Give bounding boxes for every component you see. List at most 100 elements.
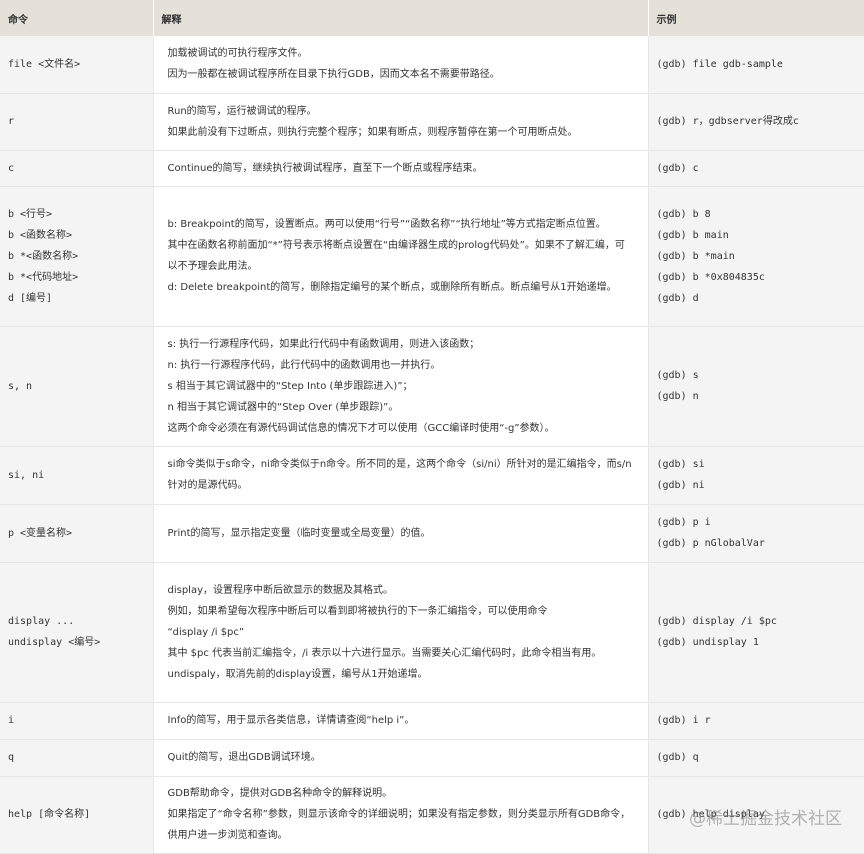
example-cell-line: (gdb) b 8 xyxy=(656,208,711,220)
command-cell-line: c xyxy=(8,162,15,174)
table-row: c Continue的简写，继续执行被调试程序，直至下一个断点或程序结束。 (gdb… xyxy=(0,150,864,187)
command-cell-line: display ... xyxy=(8,616,75,627)
table-row: i Info的简写，用于显示各类信息，详情请查阅“help i”。 (gdb) i … xyxy=(0,702,864,740)
example-cell-line: (gdb) display /i $pc xyxy=(656,616,777,627)
command-cell: file <文件名> xyxy=(0,36,154,94)
explanation-cell: Quit的简写，退出GDB调试环境。 xyxy=(153,739,649,777)
command-cell: c xyxy=(0,150,154,187)
command-cell-line: b <行号> xyxy=(8,208,53,220)
explanation-cell-line: b: Breakpoint的简写，设置断点。两可以使用“行号”“函数名称”“执行… xyxy=(167,219,606,230)
explanation-cell-line: n 相当于其它调试器中的“Step Over (单步跟踪)”。 xyxy=(167,401,399,413)
command-cell-line: q xyxy=(8,752,15,763)
command-cell: q xyxy=(0,739,154,777)
explanation-cell: Continue的简写，继续执行被调试程序，直至下一个断点或程序结束。 xyxy=(153,150,649,187)
explanation-cell-line: “display /i $pc” xyxy=(167,626,245,638)
explanation-cell: b: Breakpoint的简写，设置断点。两可以使用“行号”“函数名称”“执行… xyxy=(153,186,649,327)
explanation-cell: Info的简写，用于显示各类信息，详情请查阅“help i”。 xyxy=(153,702,649,740)
table-row: r Run的简写，运行被调试的程序。如果此前没有下过断点，则执行完整个程序；如果有… xyxy=(0,93,864,151)
explanation-cell-line: s 相当于其它调试器中的“Step Into (单步跟踪进入)”； xyxy=(167,380,413,392)
example-cell-line: (gdb) b *main xyxy=(656,250,735,262)
example-cell: (gdb) display /i $pc (gdb) undisplay 1 xyxy=(648,562,864,703)
table-header-row: 命令 解释 示例 xyxy=(0,0,864,36)
explanation-cell-line: Quit的简写，退出GDB调试环境。 xyxy=(167,752,321,763)
example-cell-line: (gdb) q xyxy=(656,752,699,763)
explanation-cell: s: 执行一行源程序代码，如果此行代码中有函数调用，则进入该函数； n: 执行一行… xyxy=(153,326,649,447)
command-cell-line: p <变量名称> xyxy=(8,527,73,539)
command-cell-line: r xyxy=(8,116,15,127)
command-cell: si, ni xyxy=(0,446,154,505)
example-cell-line: (gdb) d xyxy=(656,292,699,304)
example-cell: (gdb) c xyxy=(648,150,864,187)
command-cell: help [命令名称] xyxy=(0,776,154,854)
example-cell-line: (gdb) b *0x804835c xyxy=(656,271,765,283)
table-row: display ... undisplay <编号> display，设置程序中断后… xyxy=(0,562,864,703)
example-cell-line: (gdb) i r xyxy=(656,715,711,726)
explanation-cell-line: Run的简写，运行被调试的程序。 xyxy=(167,105,317,117)
header-example: 示例 xyxy=(648,0,864,36)
table-row: si, ni si命令类似于s命令，ni命令类似于n命令。所不同的是，这两个命令（… xyxy=(0,446,864,505)
command-cell-line: i xyxy=(8,715,15,726)
table-row: p <变量名称> Print的简写，显示指定变量（临时变量或全局变量）的值。 (gd… xyxy=(0,504,864,563)
explanation-cell: 加载被调试的可执行程序文件。因为一般都在被调试程序所在目录下执行GDB，因而文本… xyxy=(153,36,649,94)
explanation-cell-line: GDB帮助命令，提供对GDB名种命令的解释说明。 xyxy=(167,788,393,799)
table-row: file <文件名> 加载被调试的可执行程序文件。因为一般都在被调试程序所在目录下… xyxy=(0,36,864,94)
example-cell-line: (gdb) n xyxy=(656,391,699,402)
example-cell-line: (gdb) b main xyxy=(656,229,729,241)
explanation-cell-line: d: Delete breakpoint的简写，删除指定编号的某个断点，或删除所… xyxy=(167,282,617,293)
command-cell: b <行号> b <函数名称> b *<函数名称> b *<代码地址> d [编号] xyxy=(0,186,154,327)
explanation-cell-line: 如果指定了“命令名称”参数，则显示该命令的详细说明；如果没有指定参数，则分类显示… xyxy=(167,809,631,841)
command-cell-line: d [编号] xyxy=(8,292,53,304)
explanation-cell-line: s: 执行一行源程序代码，如果此行代码中有函数调用，则进入该函数； xyxy=(167,338,480,350)
explanation-cell: Print的简写，显示指定变量（临时变量或全局变量）的值。 xyxy=(153,504,649,563)
command-cell: s, n xyxy=(0,326,154,447)
explanation-cell-line: 其中在函数名称前面加“*”符号表示将断点设置在“由编译器生成的prolog代码处… xyxy=(167,240,625,272)
header-explanation: 解释 xyxy=(153,0,649,36)
explanation-cell-line: 加载被调试的可执行程序文件。 xyxy=(167,48,308,60)
explanation-cell-line: Continue的简写，继续执行被调试程序，直至下一个断点或程序结束。 xyxy=(167,162,483,174)
gdb-command-table: 命令 解释 示例 file <文件名> 加载被调试的可执行程序文件。因为一般都在被… xyxy=(0,0,864,854)
example-cell: (gdb) s (gdb) n xyxy=(648,326,864,447)
explanation-cell-line: 因为一般都在被调试程序所在目录下执行GDB，因而文本名不需要带路径。 xyxy=(167,69,500,81)
explanation-cell-line: n: 执行一行源程序代码，此行代码中的函数调用也一并执行。 xyxy=(167,359,441,371)
example-cell-line: (gdb) c xyxy=(656,162,699,174)
example-cell: (gdb) b 8 (gdb) b main (gdb) b *main (gdb) … xyxy=(648,186,864,327)
header-command: 命令 xyxy=(0,0,154,36)
example-cell-line: (gdb) p i xyxy=(656,517,711,528)
example-cell-line: (gdb) ni xyxy=(656,480,705,491)
explanation-cell: GDB帮助命令，提供对GDB名种命令的解释说明。如果指定了“命令名称”参数，则显… xyxy=(153,776,649,854)
command-cell: i xyxy=(0,702,154,740)
table-row: q Quit的简写，退出GDB调试环境。 (gdb) q xyxy=(0,739,864,777)
explanation-cell-line: Info的简写，用于显示各类信息，详情请查阅“help i”。 xyxy=(167,715,415,726)
explanation-cell-line: 这两个命令必须在有源代码调试信息的情况下才可以使用（GCC编译时使用“-g”参数… xyxy=(167,422,555,434)
example-cell: (gdb) r，gdbserver得改成c xyxy=(648,93,864,151)
command-cell: p <变量名称> xyxy=(0,504,154,563)
example-cell-line: (gdb) file gdb-sample xyxy=(656,58,783,70)
explanation-cell: display，设置程序中断后欲显示的数据及其格式。例如，如果希望每次程序中断后… xyxy=(153,562,649,703)
table-row: s, n s: 执行一行源程序代码，如果此行代码中有函数调用，则进入该函数； n: … xyxy=(0,326,864,447)
example-cell-line: (gdb) si xyxy=(656,459,705,470)
explanation-cell-line: undispaly，取消先前的display设置，编号从1开始递增。 xyxy=(167,668,428,680)
explanation-cell-line: Print的简写，显示指定变量（临时变量或全局变量）的值。 xyxy=(167,527,431,539)
example-cell-line: (gdb) undisplay 1 xyxy=(656,637,759,648)
command-cell: r xyxy=(0,93,154,151)
example-cell: (gdb) q xyxy=(648,739,864,777)
explanation-cell-line: 例如，如果希望每次程序中断后可以看到即将被执行的下一条汇编指令，可以使用命令 xyxy=(167,605,548,617)
explanation-cell-line: 如果此前没有下过断点，则执行完整个程序；如果有断点，则程序暂停在第一个可用断点处… xyxy=(167,126,578,138)
example-cell-line: (gdb) p nGlobalVar xyxy=(656,538,765,549)
explanation-cell-line: 其中 $pc 代表当前汇编指令，/i 表示以十六进行显示。当需要关心汇编代码时，… xyxy=(167,647,602,659)
command-cell-line: si, ni xyxy=(8,469,45,481)
command-cell: display ... undisplay <编号> xyxy=(0,562,154,703)
table-body: file <文件名> 加载被调试的可执行程序文件。因为一般都在被调试程序所在目录下… xyxy=(0,36,864,854)
table-row: b <行号> b <函数名称> b *<函数名称> b *<代码地址> d [编号] b:… xyxy=(0,186,864,327)
command-cell-line: file <文件名> xyxy=(8,58,81,70)
example-cell-line: (gdb) r，gdbserver得改成c xyxy=(656,116,799,127)
example-cell: (gdb) p i (gdb) p nGlobalVar xyxy=(648,504,864,563)
explanation-cell-line: si命令类似于s命令，ni命令类似于n命令。所不同的是，这两个命令（si/ni）… xyxy=(167,459,632,491)
example-cell: (gdb) i r xyxy=(648,702,864,740)
example-cell: (gdb) file gdb-sample xyxy=(648,36,864,94)
explanation-cell-line: display，设置程序中断后欲显示的数据及其格式。 xyxy=(167,584,394,596)
explanation-cell: si命令类似于s命令，ni命令类似于n命令。所不同的是，这两个命令（si/ni）… xyxy=(153,446,649,505)
command-cell-line: b *<代码地址> xyxy=(8,271,79,283)
command-cell-line: help [命令名称] xyxy=(8,809,91,820)
watermark: @稀土掘金技术社区 xyxy=(689,809,842,829)
